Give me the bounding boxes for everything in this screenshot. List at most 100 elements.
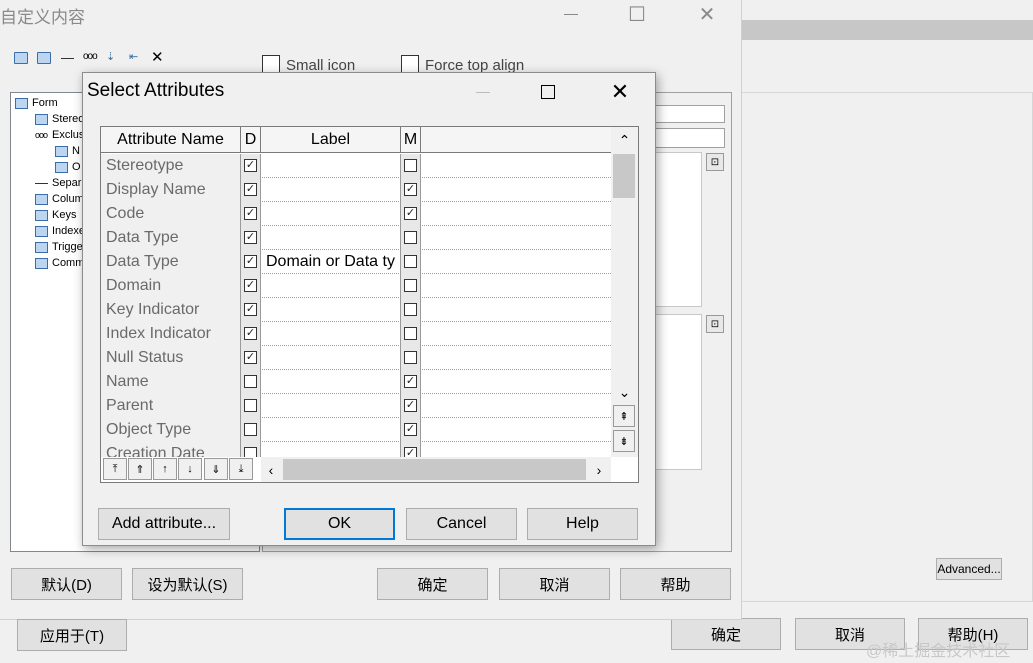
- table-row[interactable]: Code ✓ ✓: [101, 202, 611, 226]
- ok-button[interactable]: OK: [284, 508, 395, 540]
- tree-item[interactable]: Separ: [35, 175, 81, 191]
- display-checkbox[interactable]: ✓: [244, 183, 257, 196]
- mandatory-checkbox[interactable]: [404, 159, 417, 172]
- tree-item[interactable]: Keys: [35, 207, 76, 223]
- cancel-button[interactable]: 取消: [499, 568, 610, 600]
- table-row[interactable]: Data Type ✓ Domain or Data ty: [101, 250, 611, 274]
- label-cell[interactable]: [261, 346, 401, 370]
- display-checkbox[interactable]: [244, 447, 257, 457]
- move-page-up-icon[interactable]: ⇑: [128, 458, 152, 480]
- scroll-down-icon[interactable]: ⌄: [611, 381, 638, 403]
- table-row[interactable]: Data Type ✓: [101, 226, 611, 250]
- column-header-attribute-name[interactable]: Attribute Name: [101, 127, 241, 153]
- table-row[interactable]: Parent ✓: [101, 394, 611, 418]
- table-row[interactable]: Object Type ✓: [101, 418, 611, 442]
- label-cell[interactable]: [261, 274, 401, 298]
- browse-icon[interactable]: ⊡: [706, 153, 724, 171]
- table-row[interactable]: Null Status ✓: [101, 346, 611, 370]
- page-down-icon[interactable]: ⇟: [613, 430, 635, 452]
- apply-to-button[interactable]: 应用于(T): [17, 619, 127, 651]
- label-cell[interactable]: [261, 418, 401, 442]
- mandatory-checkbox[interactable]: ✓: [404, 447, 417, 457]
- column-header-label[interactable]: Label: [261, 127, 401, 153]
- default-button[interactable]: 默认(D): [11, 568, 122, 600]
- hscroll-thumb[interactable]: [283, 459, 586, 480]
- page-up-icon[interactable]: ⇞: [613, 405, 635, 427]
- move-bottom-icon[interactable]: ⤓: [229, 458, 253, 480]
- ok-button[interactable]: 确定: [377, 568, 488, 600]
- attributes-grid[interactable]: Attribute Name D Label M Stereotype ✓ Disp…: [100, 126, 639, 483]
- label-cell[interactable]: [261, 394, 401, 418]
- display-checkbox[interactable]: ✓: [244, 279, 257, 292]
- tree-item[interactable]: Form: [15, 95, 58, 111]
- display-checkbox[interactable]: ✓: [244, 303, 257, 316]
- display-checkbox[interactable]: [244, 399, 257, 412]
- label-cell[interactable]: [261, 322, 401, 346]
- mandatory-checkbox[interactable]: ✓: [404, 183, 417, 196]
- label-cell[interactable]: Domain or Data ty: [261, 250, 401, 274]
- set-default-button[interactable]: 设为默认(S): [132, 568, 243, 600]
- close-icon[interactable]: ✕: [605, 77, 635, 107]
- scroll-left-icon[interactable]: ‹: [261, 457, 281, 482]
- move-down-icon[interactable]: ⇣: [106, 50, 115, 63]
- mandatory-checkbox[interactable]: [404, 351, 417, 364]
- display-checkbox[interactable]: ✓: [244, 351, 257, 364]
- table-row[interactable]: Name ✓: [101, 370, 611, 394]
- display-checkbox[interactable]: ✓: [244, 159, 257, 172]
- move-down-icon[interactable]: ↓: [178, 458, 202, 480]
- table-row[interactable]: Creation Date ✓: [101, 442, 611, 457]
- add-item-icon[interactable]: [37, 52, 51, 64]
- separator-icon[interactable]: [61, 58, 74, 59]
- horizontal-scrollbar[interactable]: ‹ ›: [261, 457, 611, 482]
- mandatory-checkbox[interactable]: [404, 255, 417, 268]
- cancel-button[interactable]: Cancel: [406, 508, 517, 540]
- scroll-right-icon[interactable]: ›: [589, 457, 609, 482]
- label-cell[interactable]: [261, 226, 401, 250]
- table-row[interactable]: Index Indicator ✓: [101, 322, 611, 346]
- mandatory-checkbox[interactable]: ✓: [404, 375, 417, 388]
- tree-item[interactable]: Colum: [35, 191, 84, 207]
- table-row[interactable]: Display Name ✓ ✓: [101, 178, 611, 202]
- table-row[interactable]: Key Indicator ✓: [101, 298, 611, 322]
- display-checkbox[interactable]: ✓: [244, 207, 257, 220]
- tree-item[interactable]: Trigge: [35, 239, 83, 255]
- mandatory-checkbox[interactable]: ✓: [404, 399, 417, 412]
- move-top-icon[interactable]: ⤒: [103, 458, 127, 480]
- display-checkbox[interactable]: ✓: [244, 327, 257, 340]
- tree-item[interactable]: ooo Exclus: [35, 127, 84, 143]
- maximize-icon[interactable]: [533, 77, 563, 107]
- label-cell[interactable]: [261, 370, 401, 394]
- tree-item[interactable]: O: [55, 159, 81, 175]
- mandatory-checkbox[interactable]: [404, 279, 417, 292]
- minimize-icon[interactable]: [468, 77, 498, 107]
- mandatory-checkbox[interactable]: [404, 231, 417, 244]
- tree-item[interactable]: N: [55, 143, 80, 159]
- scroll-thumb[interactable]: [613, 154, 635, 198]
- mandatory-checkbox[interactable]: ✓: [404, 423, 417, 436]
- browse-icon[interactable]: ⊡: [706, 315, 724, 333]
- minimize-icon[interactable]: [556, 0, 586, 28]
- tree-item[interactable]: Indexe: [35, 223, 85, 239]
- display-checkbox[interactable]: [244, 375, 257, 388]
- help-button[interactable]: Help: [527, 508, 638, 540]
- bg-ok-button[interactable]: 确定: [671, 618, 781, 650]
- label-cell[interactable]: [261, 202, 401, 226]
- column-header-d[interactable]: D: [241, 127, 261, 153]
- display-checkbox[interactable]: [244, 423, 257, 436]
- help-button[interactable]: 帮助: [620, 568, 731, 600]
- move-up-icon[interactable]: ↑: [153, 458, 177, 480]
- maximize-icon[interactable]: ☐: [622, 0, 652, 28]
- exclusive-group-icon[interactable]: ooo: [83, 51, 98, 62]
- tree-item[interactable]: Stereo: [35, 111, 84, 127]
- label-cell[interactable]: [261, 442, 401, 457]
- properties-icon[interactable]: [14, 52, 28, 64]
- table-row[interactable]: Stereotype ✓: [101, 154, 611, 178]
- mandatory-checkbox[interactable]: [404, 303, 417, 316]
- small-icon-checkbox[interactable]: [262, 55, 280, 73]
- close-icon[interactable]: ✕: [692, 0, 722, 28]
- display-checkbox[interactable]: ✓: [244, 255, 257, 268]
- add-attribute-button[interactable]: Add attribute...: [98, 508, 230, 540]
- advanced-button[interactable]: Advanced...: [936, 558, 1002, 580]
- label-cell[interactable]: [261, 154, 401, 178]
- vertical-scrollbar[interactable]: ⌃ ⌄ ⇞ ⇟: [611, 127, 638, 457]
